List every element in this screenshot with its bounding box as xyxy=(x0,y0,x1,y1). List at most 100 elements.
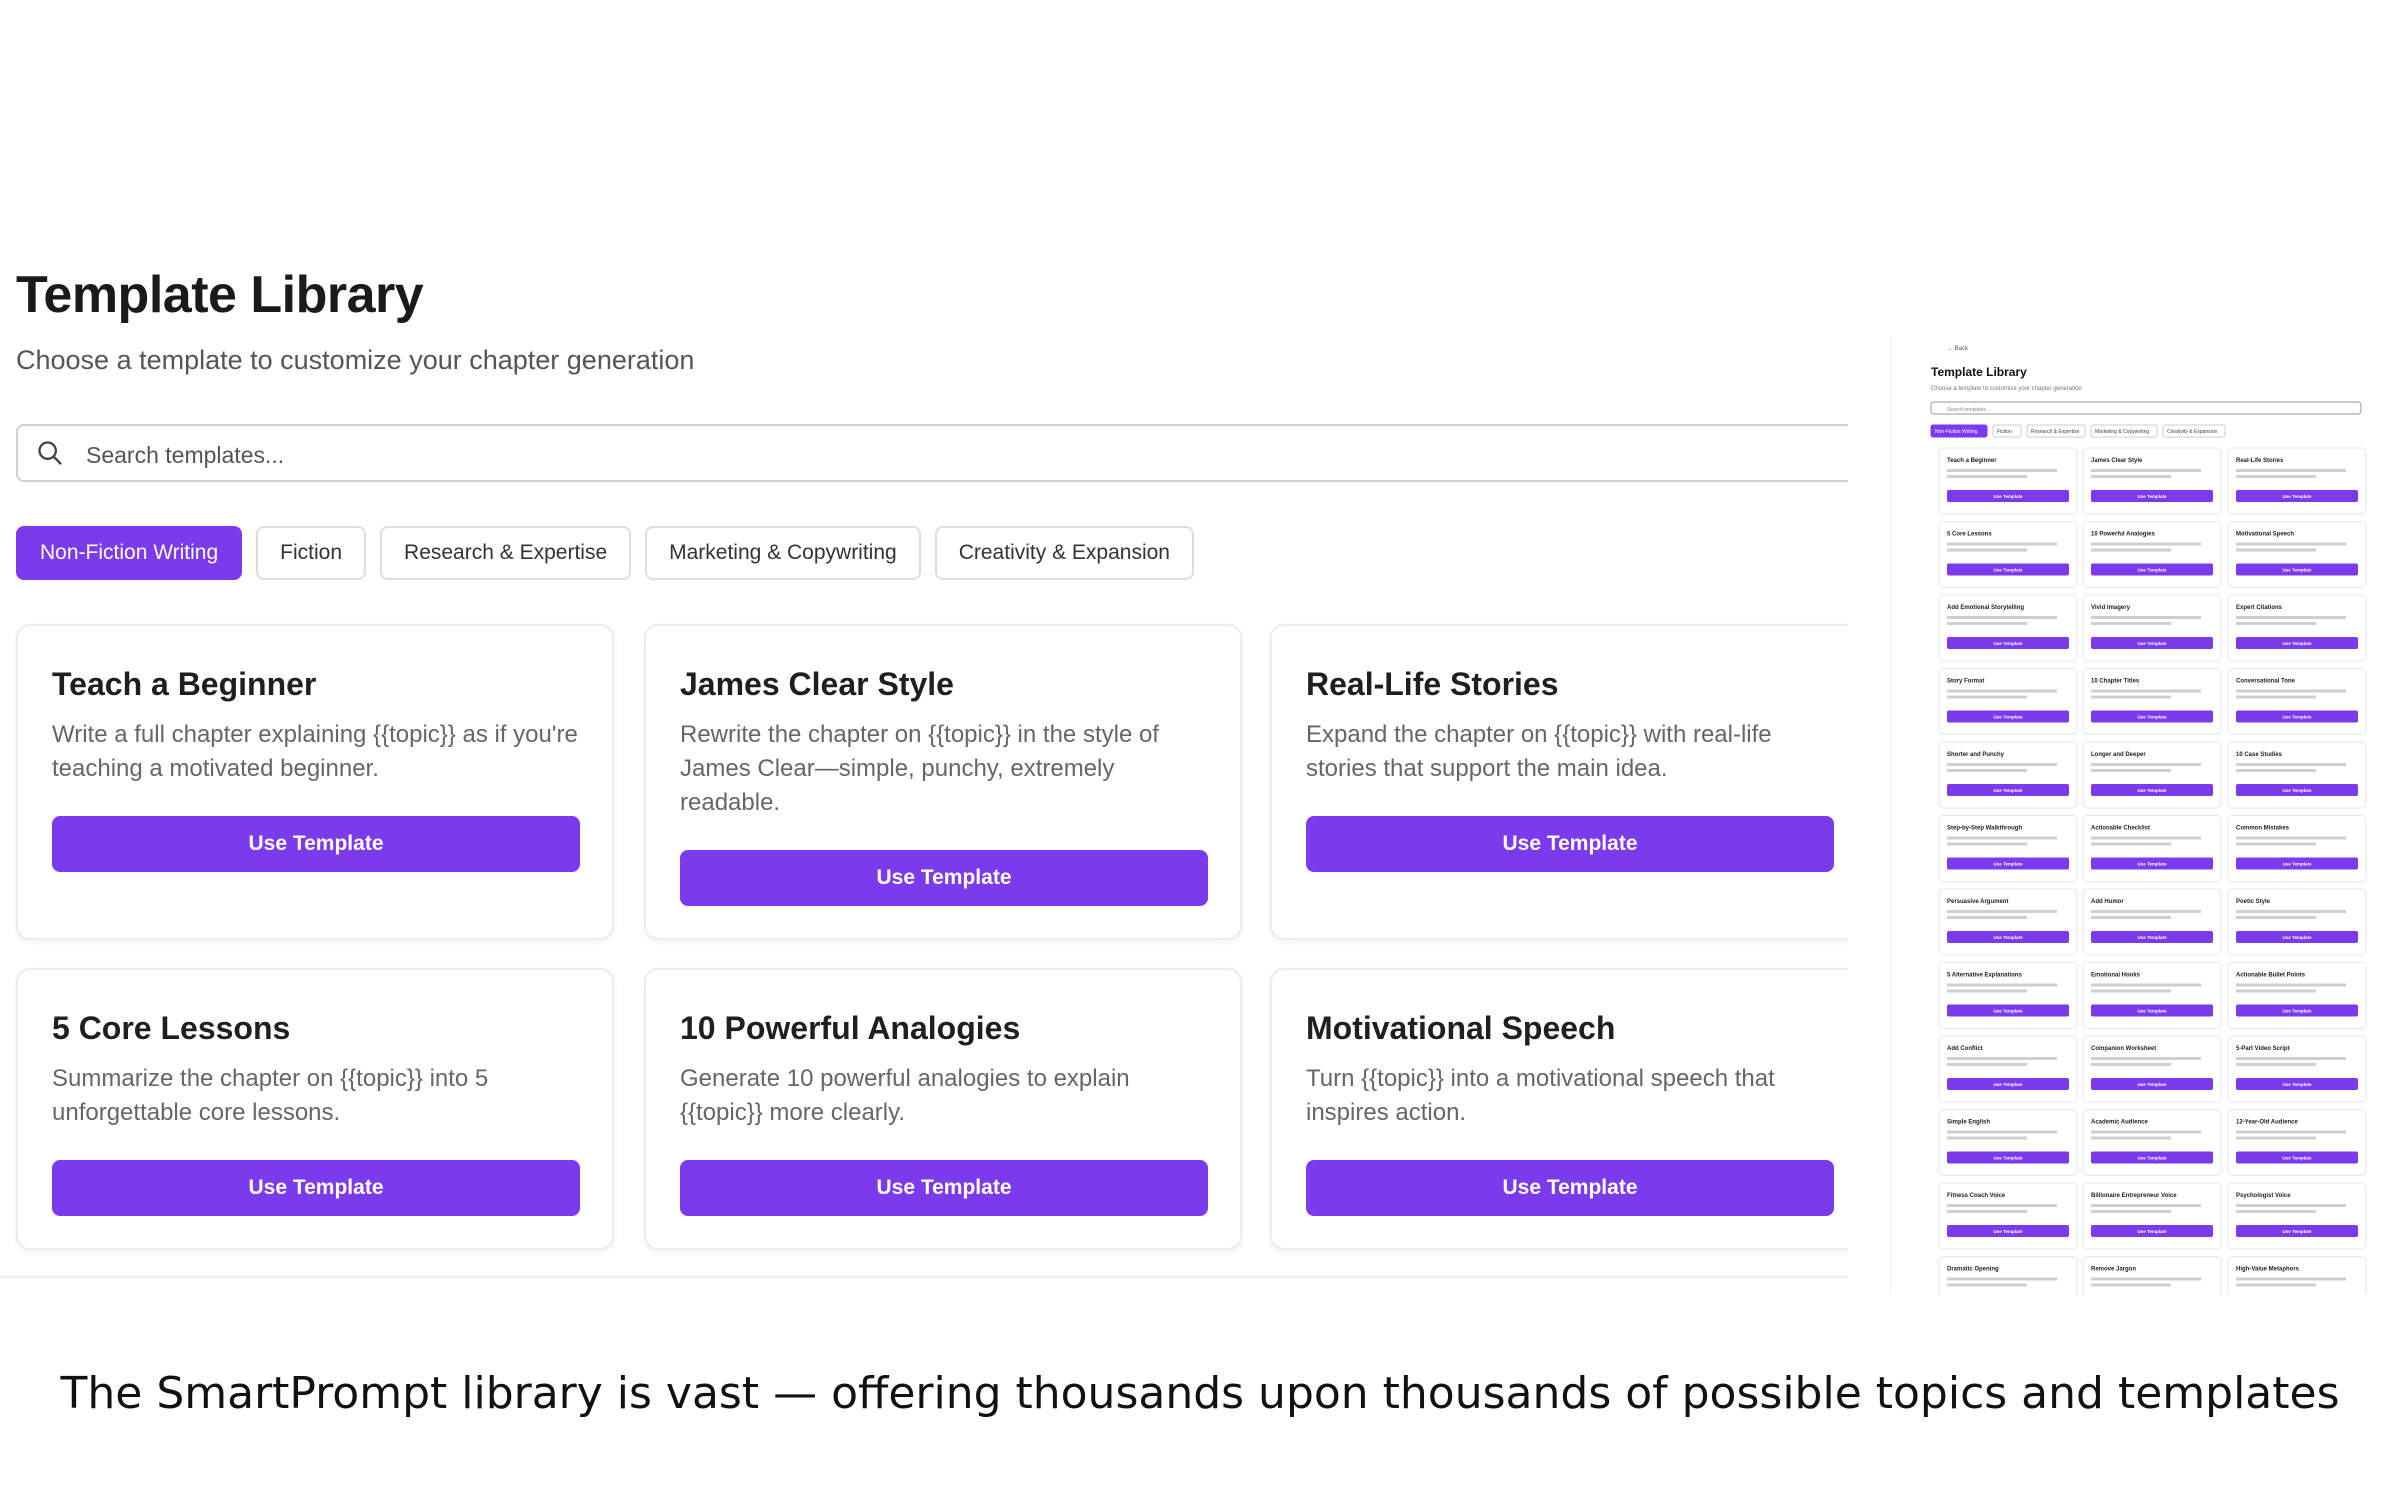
card-description: Write a full chapter explaining {{topic}… xyxy=(52,721,578,782)
thumb-template-card xyxy=(2227,1256,2367,1295)
thumb-button-label: Use Template xyxy=(2138,788,2167,793)
page-title: Template Library xyxy=(16,266,424,324)
thumb-card-description-line xyxy=(1947,1063,2027,1066)
thumb-card-description-line xyxy=(2236,763,2346,766)
thumb-card-title: Actionable Checklist xyxy=(2091,826,2150,832)
library-overview-thumbnail-svg: ← Back Template Library Choose a template … xyxy=(1930,346,2367,1295)
thumb-card-description-line xyxy=(2236,842,2316,846)
thumb-card-title: Billionaire Entrepreneur Voice xyxy=(2091,1193,2177,1199)
thumb-card-description-line xyxy=(2091,1277,2201,1281)
thumb-button-label: Use Template xyxy=(2283,1229,2312,1234)
use-template-button[interactable]: Use Template xyxy=(52,1160,580,1216)
tab-fiction[interactable]: Fiction xyxy=(256,526,367,580)
use-template-button[interactable]: Use Template xyxy=(52,816,580,872)
thumb-card-description-line xyxy=(2091,1057,2201,1060)
search-bar[interactable] xyxy=(16,424,1848,482)
page-subtitle: Choose a template to customize your chap… xyxy=(16,345,695,375)
thumb-button-label: Use Template xyxy=(2138,568,2167,573)
thumb-card-description-line xyxy=(2091,622,2171,625)
thumb-card-title: Motivational Speech xyxy=(2236,532,2294,538)
thumb-card-description-line xyxy=(2236,695,2316,699)
thumb-button-label: Use Template xyxy=(2138,715,2167,720)
thumb-card-title: Actionable Bullet Points xyxy=(2236,973,2306,979)
thumb-button-label: Use Template xyxy=(2283,935,2312,940)
thumb-card-title: 10 Powerful Analogies xyxy=(2091,532,2155,538)
card-description: Expand the chapter on {{topic}} with rea… xyxy=(1306,721,1772,782)
search-input[interactable] xyxy=(84,434,1788,476)
thumb-card-title: Academic Audience xyxy=(2091,1120,2148,1126)
thumb-card-description-line xyxy=(1947,842,2027,846)
thumb-card-title: Vivid Imagery xyxy=(2091,605,2131,611)
thumb-card-description-line xyxy=(2236,1210,2316,1213)
tab-creativity-expansion[interactable]: Creativity & Expansion xyxy=(934,526,1194,580)
library-overview-thumbnail: ← Back Template Library Choose a template … xyxy=(1890,336,2400,1295)
tab-marketing-copywriting[interactable]: Marketing & Copywriting xyxy=(645,526,921,580)
tab-non-fiction-writing[interactable]: Non-Fiction Writing xyxy=(16,526,243,580)
thumb-card-description-line xyxy=(2236,1130,2346,1134)
card-title: Motivational Speech xyxy=(1306,1010,1616,1046)
thumb-card-title: Fitness Coach Voice xyxy=(1947,1193,2006,1199)
template-card-10-powerful-analogies: 10 Powerful Analogies Generate 10 powerf… xyxy=(644,968,1242,1250)
thumb-button-label: Use Template xyxy=(2138,862,2167,867)
thumb-card-description-line xyxy=(2091,769,2171,772)
thumb-button-label: Use Template xyxy=(1994,568,2023,573)
thumb-card-description-line xyxy=(2236,1277,2346,1281)
thumb-card-description-line xyxy=(2091,763,2201,766)
use-template-button[interactable]: Use Template xyxy=(680,850,1208,906)
thumb-button-label: Use Template xyxy=(2283,1082,2312,1087)
thumb-card-description-line xyxy=(2236,475,2316,478)
thumb-card-description-line xyxy=(1947,622,2027,625)
thumb-title: Template Library xyxy=(1931,365,2027,379)
card-title: James Clear Style xyxy=(680,666,954,702)
thumb-card-title: Poetic Style xyxy=(2236,899,2271,905)
thumb-button-label: Use Template xyxy=(2283,1009,2312,1014)
thumb-card-description-line xyxy=(1947,475,2027,478)
card-description: Summarize the chapter on {{topic}} into … xyxy=(52,1065,489,1126)
thumb-card-description-line xyxy=(2091,989,2171,993)
card-title: Real-Life Stories xyxy=(1306,666,1559,702)
thumb-card-description-line xyxy=(2091,1130,2201,1134)
thumb-subtitle: Choose a template to customize your chap… xyxy=(1931,386,2082,392)
thumb-button-label: Use Template xyxy=(2283,494,2312,499)
thumb-card-title: 12-Year-Old Audience xyxy=(2236,1120,2298,1126)
panel-divider xyxy=(0,1276,1848,1278)
thumb-card-description-line xyxy=(1947,695,2027,699)
thumb-button-label: Use Template xyxy=(2138,935,2167,940)
thumb-button-label: Use Template xyxy=(2283,1156,2312,1161)
thumb-card-description-line xyxy=(2236,1136,2316,1140)
thumb-card-title: Conversational Tone xyxy=(2236,679,2296,685)
thumb-card-description-line xyxy=(2091,1283,2171,1287)
thumb-card-description-line xyxy=(2091,616,2201,619)
thumb-card-title: Emotional Hooks xyxy=(2091,973,2141,979)
thumb-card-description-line xyxy=(1947,836,2057,840)
thumb-card-description-line xyxy=(1947,916,2027,919)
thumb-card-description-line xyxy=(2236,916,2316,919)
thumb-back-link[interactable]: ← Back xyxy=(1947,346,1969,352)
thumb-card-title: Common Mistakes xyxy=(2236,826,2290,832)
thumb-card-title: Story Format xyxy=(1947,679,1984,685)
thumb-card-title: Add Emotional Storytelling xyxy=(1947,605,2024,611)
thumb-card-description-line xyxy=(1947,769,2027,772)
thumb-button-label: Use Template xyxy=(2283,641,2312,646)
thumb-card-title: High-Value Metaphors xyxy=(2236,1267,2300,1273)
thumb-card-description-line xyxy=(2236,469,2346,472)
thumb-card-title: 5 Core Lessons xyxy=(1947,532,1992,538)
use-template-button[interactable]: Use Template xyxy=(680,1160,1208,1216)
thumb-card-description-line xyxy=(1947,689,2057,693)
thumb-button-label: Use Template xyxy=(1994,494,2023,499)
thumb-search-bar[interactable] xyxy=(1930,401,2362,415)
thumb-card-description-line xyxy=(2091,548,2171,552)
thumb-button-label: Use Template xyxy=(1994,641,2023,646)
use-template-button[interactable]: Use Template xyxy=(1306,816,1834,872)
thumb-card-description-line xyxy=(2091,836,2201,840)
thumb-card-description-line xyxy=(2236,836,2346,840)
tab-research-expertise[interactable]: Research & Expertise xyxy=(380,526,632,580)
use-template-button[interactable]: Use Template xyxy=(1306,1160,1834,1216)
thumb-card-description-line xyxy=(2236,1057,2346,1060)
thumb-card-description-line xyxy=(2236,542,2346,546)
thumb-button-label: Use Template xyxy=(1994,935,2023,940)
thumb-card-title: 10 Case Studies xyxy=(2236,752,2283,758)
thumb-card-description-line xyxy=(2091,542,2201,546)
thumb-card-description-line xyxy=(2236,910,2346,913)
template-card-motivational-speech: Motivational Speech Turn {{topic}} into … xyxy=(1270,968,1848,1250)
